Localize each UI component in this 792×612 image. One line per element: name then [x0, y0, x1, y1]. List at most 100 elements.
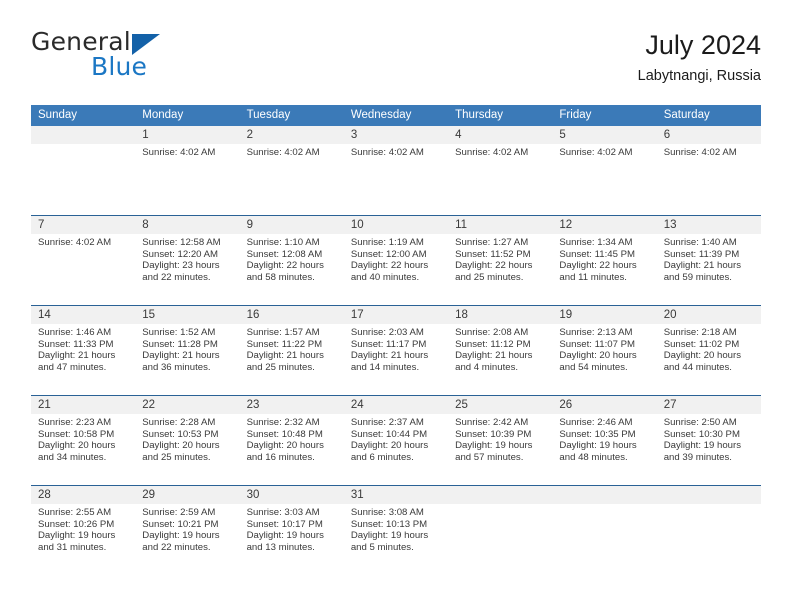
calendar-day-cell[interactable]: 10 Sunrise: 1:19 AM Sunset: 12:00 AM Daylig… [343, 216, 449, 305]
calendar-day-cell[interactable]: 16 Sunrise: 1:57 AM Sunset: 11:22 PM Daylig… [239, 306, 344, 395]
day-detail: Sunrise: 2:23 AM Sunset: 10:58 PM Daylight… [31, 414, 135, 463]
daylight-text: Daylight: 20 hours and 44 minutes. [663, 350, 742, 373]
sunrise-text: Sunrise: 3:08 AM [350, 507, 424, 518]
daylight-text: Daylight: 19 hours and 5 minutes. [350, 530, 429, 553]
day-number: 8 [135, 216, 240, 234]
calendar-day-cell[interactable]: 6 Sunrise: 4:02 AM [656, 126, 761, 215]
sunrise-text: Sunrise: 2:13 AM [559, 327, 633, 338]
calendar-day-cell[interactable]: 2 Sunrise: 4:02 AM [239, 126, 344, 215]
calendar-day-cell[interactable]: 28 Sunrise: 2:55 AM Sunset: 10:26 PM Daylig… [31, 486, 136, 575]
daylight-text: Daylight: 22 hours and 40 minutes. [350, 260, 429, 283]
daylight-text: Daylight: 21 hours and 4 minutes. [455, 350, 533, 373]
calendar-day-cell[interactable]: 29 Sunrise: 2:59 AM Sunset: 10:21 PM Daylig… [135, 486, 240, 575]
calendar-day-cell[interactable]: 24 Sunrise: 2:37 AM Sunset: 10:44 PM Daylig… [343, 396, 449, 485]
calendar-day-cell-empty [656, 486, 761, 575]
day-number: 2 [239, 126, 344, 144]
daylight-text: Daylight: 22 hours and 25 minutes. [455, 260, 533, 283]
calendar-day-cell[interactable]: 25 Sunrise: 2:42 AM Sunset: 10:39 PM Daylig… [448, 396, 553, 485]
day-detail: Sunrise: 1:34 AM Sunset: 11:45 PM Daylight… [552, 234, 656, 283]
day-number: 4 [448, 126, 553, 144]
calendar-day-cell[interactable]: 27 Sunrise: 2:50 AM Sunset: 10:30 PM Daylig… [656, 396, 761, 485]
calendar-week-row: 21 Sunrise: 2:23 AM Sunset: 10:58 PM Daylig… [31, 395, 761, 485]
day-detail: Sunrise: 4:02 AM [448, 144, 552, 159]
day-number: 22 [135, 396, 240, 414]
day-number: 1 [135, 126, 240, 144]
calendar-day-cell[interactable]: 19 Sunrise: 2:13 AM Sunset: 11:07 PM Daylig… [552, 306, 657, 395]
day-number: 26 [552, 396, 657, 414]
daylight-text: Daylight: 21 hours and 36 minutes. [142, 350, 220, 373]
day-number: 10 [343, 216, 449, 234]
day-detail: Sunrise: 2:50 AM Sunset: 10:30 PM Daylight… [657, 414, 761, 463]
day-detail: Sunrise: 2:59 AM Sunset: 10:21 PM Daylight… [135, 504, 239, 553]
sunset-text: Sunset: 12:08 AM [246, 248, 323, 260]
sunrise-text: Sunrise: 12:58 AM [142, 237, 221, 248]
sunset-text: Sunset: 12:00 AM [350, 248, 427, 260]
day-detail: Sunrise: 2:13 AM Sunset: 11:07 PM Daylight… [552, 324, 656, 373]
calendar-day-cell[interactable]: 26 Sunrise: 2:46 AM Sunset: 10:35 PM Daylig… [552, 396, 657, 485]
calendar-day-cell[interactable]: 7 Sunrise: 4:02 AM [31, 216, 136, 305]
sunrise-text: Sunrise: 1:57 AM [246, 327, 320, 338]
calendar-day-cell[interactable]: 5 Sunrise: 4:02 AM [552, 126, 657, 215]
sunset-text: Sunset: 11:12 PM [455, 338, 531, 350]
calendar-day-cell[interactable]: 14 Sunrise: 1:46 AM Sunset: 11:33 PM Daylig… [31, 306, 136, 395]
daylight-text: Daylight: 21 hours and 14 minutes. [350, 350, 429, 373]
sunset-text: Sunset: 10:53 PM [142, 428, 219, 440]
calendar-day-cell[interactable]: 17 Sunrise: 2:03 AM Sunset: 11:17 PM Daylig… [343, 306, 449, 395]
calendar-day-cell[interactable]: 9 Sunrise: 1:10 AM Sunset: 12:08 AM Dayligh… [239, 216, 344, 305]
day-number: 30 [239, 486, 344, 504]
daylight-text: Daylight: 20 hours and 16 minutes. [246, 440, 324, 463]
calendar-day-cell[interactable]: 20 Sunrise: 2:18 AM Sunset: 11:02 PM Daylig… [656, 306, 761, 395]
calendar-day-cell[interactable]: 31 Sunrise: 3:08 AM Sunset: 10:13 PM Daylig… [343, 486, 449, 575]
calendar-day-cell[interactable]: 13 Sunrise: 1:40 AM Sunset: 11:39 PM Daylig… [656, 216, 761, 305]
day-detail: Sunrise: 2:18 AM Sunset: 11:02 PM Daylight… [657, 324, 761, 373]
calendar-day-cell[interactable]: 22 Sunrise: 2:28 AM Sunset: 10:53 PM Daylig… [135, 396, 240, 485]
day-detail: Sunrise: 2:03 AM Sunset: 11:17 PM Daylight… [344, 324, 448, 373]
day-number: 31 [343, 486, 449, 504]
sunset-text: Sunset: 10:48 PM [246, 428, 323, 440]
day-detail: Sunrise: 3:03 AM Sunset: 10:17 PM Daylight… [240, 504, 344, 553]
day-number: 24 [343, 396, 449, 414]
day-detail: Sunrise: 1:19 AM Sunset: 12:00 AM Daylight… [344, 234, 448, 283]
sunrise-text: Sunrise: 1:34 AM [559, 237, 633, 248]
sunrise-text: Sunrise: 2:42 AM [455, 417, 529, 428]
day-detail: Sunrise: 3:08 AM Sunset: 10:13 PM Daylight… [344, 504, 448, 553]
calendar-day-cell[interactable]: 18 Sunrise: 2:08 AM Sunset: 11:12 PM Daylig… [448, 306, 553, 395]
calendar-day-cell[interactable]: 15 Sunrise: 1:52 AM Sunset: 11:28 PM Daylig… [135, 306, 240, 395]
day-detail: Sunrise: 4:02 AM [344, 144, 448, 159]
daylight-text: Daylight: 20 hours and 34 minutes. [38, 440, 116, 463]
day-number: 11 [448, 216, 553, 234]
calendar-day-cell[interactable]: 1 Sunrise: 4:02 AM [135, 126, 240, 215]
day-detail: Sunrise: 4:02 AM [135, 144, 239, 159]
calendar-day-cell[interactable]: 21 Sunrise: 2:23 AM Sunset: 10:58 PM Daylig… [31, 396, 136, 485]
calendar-day-cell[interactable]: 11 Sunrise: 1:27 AM Sunset: 11:52 PM Daylig… [448, 216, 553, 305]
day-number: 14 [31, 306, 136, 324]
sunrise-text: Sunrise: 2:50 AM [663, 417, 737, 428]
sunrise-text: Sunrise: 1:19 AM [350, 237, 424, 248]
daylight-text: Daylight: 22 hours and 11 minutes. [559, 260, 637, 283]
day-number: 20 [656, 306, 761, 324]
sunset-text: Sunset: 10:13 PM [350, 518, 428, 530]
calendar-day-cell[interactable]: 4 Sunrise: 4:02 AM [448, 126, 553, 215]
day-number: 3 [343, 126, 449, 144]
daylight-text: Daylight: 19 hours and 57 minutes. [455, 440, 533, 463]
sunrise-text: Sunrise: 2:18 AM [663, 327, 737, 338]
sunset-text: Sunset: 11:07 PM [559, 338, 635, 350]
day-detail: Sunrise: 1:52 AM Sunset: 11:28 PM Daylight… [135, 324, 239, 373]
daylight-text: Daylight: 19 hours and 39 minutes. [663, 440, 742, 463]
calendar-day-cell[interactable]: 30 Sunrise: 3:03 AM Sunset: 10:17 PM Daylig… [239, 486, 344, 575]
generalblue-logo[interactable]: General Blue [31, 28, 251, 86]
day-detail: Sunrise: 4:02 AM [552, 144, 656, 159]
sunset-text: Sunset: 10:39 PM [455, 428, 532, 440]
day-number: 9 [239, 216, 344, 234]
calendar-day-cell[interactable]: 23 Sunrise: 2:32 AM Sunset: 10:48 PM Daylig… [239, 396, 344, 485]
weekday-header-friday: Friday [559, 109, 592, 121]
calendar-day-cell[interactable]: 3 Sunrise: 4:02 AM [343, 126, 449, 215]
day-detail: Sunrise: 1:10 AM Sunset: 12:08 AM Daylight… [240, 234, 344, 283]
sunrise-text: Sunrise: 2:28 AM [142, 417, 216, 428]
calendar-day-cell[interactable]: 12 Sunrise: 1:34 AM Sunset: 11:45 PM Daylig… [552, 216, 657, 305]
calendar-day-cell-empty [31, 126, 136, 215]
sunset-text: Sunset: 11:02 PM [663, 338, 740, 350]
calendar-day-cell[interactable]: 8 Sunrise: 12:58 AM Sunset: 12:20 AM Daylig… [135, 216, 240, 305]
day-detail: Sunrise: 12:58 AM Sunset: 12:20 AM Dayligh… [135, 234, 239, 283]
day-number: 23 [239, 396, 344, 414]
